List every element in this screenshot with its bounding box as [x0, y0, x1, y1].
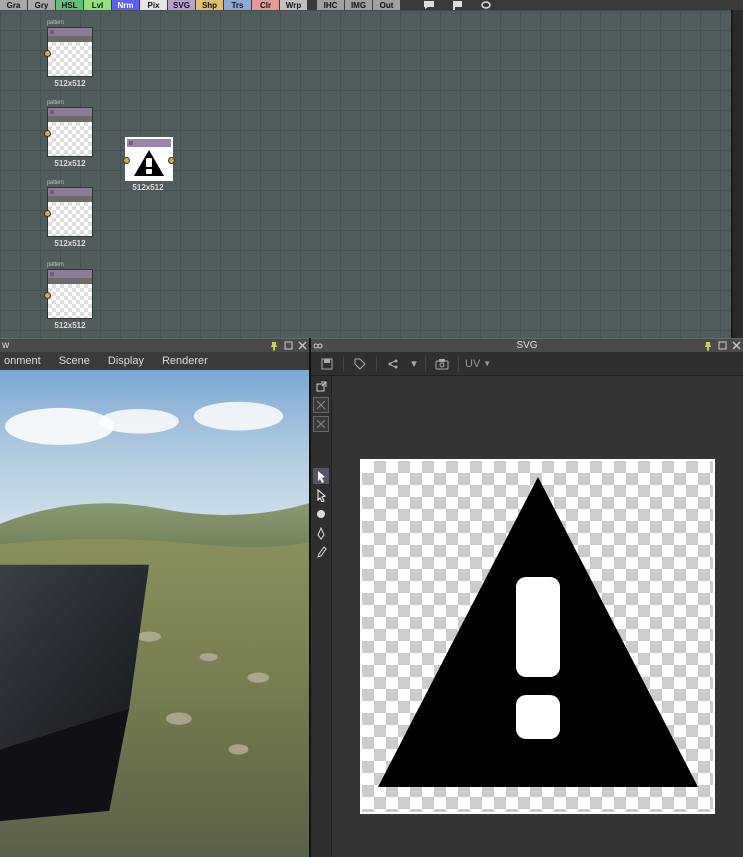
3d-viewport[interactable]	[0, 370, 309, 857]
tool-hsl[interactable]: HSL	[56, 0, 83, 10]
viewport-menu: onment Scene Display Renderer	[0, 352, 309, 370]
tool-gra[interactable]: Gra	[0, 0, 27, 10]
viewport-header: w	[0, 338, 309, 352]
maximize-icon[interactable]	[281, 339, 295, 353]
menu-scene[interactable]: Scene	[59, 355, 90, 367]
svg-artboard	[360, 459, 715, 814]
svg-canvas[interactable]	[332, 376, 743, 857]
circle-tool[interactable]	[313, 506, 329, 522]
graph-node[interactable]: pattern 512x512	[47, 180, 93, 248]
close-icon[interactable]	[295, 339, 309, 353]
menu-display[interactable]: Display	[108, 355, 144, 367]
tag-icon[interactable]	[350, 355, 370, 373]
popout-icon[interactable]	[313, 378, 329, 394]
close-icon[interactable]	[729, 339, 743, 353]
node-label: pattern	[47, 100, 93, 106]
menu-environment[interactable]: onment	[4, 355, 41, 367]
node-dim: 512x512	[47, 239, 93, 248]
tool-ihc[interactable]: IHC	[317, 0, 344, 10]
node-dim: 512x512	[47, 159, 93, 168]
pen-tool[interactable]	[313, 525, 329, 541]
svg-toolbar: ▾ UV▼	[311, 352, 743, 376]
tool-clr[interactable]: Clr	[252, 0, 279, 10]
node-dim: 512x512	[125, 183, 171, 192]
tool-lvl[interactable]: Lvl	[84, 0, 111, 10]
maximize-icon[interactable]	[715, 339, 729, 353]
pointer-tool[interactable]	[313, 468, 329, 484]
top-toolbar: Gra Gry HSL Lvl Nrm Pix SVG Shp Trs Clr …	[0, 0, 743, 10]
node-label: pattern	[47, 20, 93, 26]
menu-renderer[interactable]: Renderer	[162, 355, 208, 367]
svg-title: SVG	[516, 340, 537, 351]
svg-header: SVG	[311, 338, 743, 352]
tool-out[interactable]: Out	[373, 0, 400, 10]
tool-pix[interactable]: Pix	[140, 0, 167, 10]
svg-panel: SVG	[311, 338, 743, 857]
tool-svg[interactable]: SVG	[168, 0, 195, 10]
dropdown-icon[interactable]: ▾	[409, 355, 419, 373]
node-dim: 512x512	[47, 321, 93, 330]
graph-node[interactable]: pattern 512x512	[47, 262, 93, 330]
node-port-in[interactable]	[44, 210, 51, 217]
uv-dropdown[interactable]: UV▼	[465, 358, 491, 370]
node-port-in[interactable]	[123, 157, 130, 164]
node-port-in[interactable]	[44, 50, 51, 57]
direct-select-tool[interactable]	[313, 487, 329, 503]
node-port-out[interactable]	[168, 157, 175, 164]
loop-icon[interactable]	[472, 0, 499, 10]
save-icon[interactable]	[317, 355, 337, 373]
camera-icon[interactable]	[432, 355, 452, 373]
tool-img[interactable]: IMG	[345, 0, 372, 10]
svg-side-tools	[311, 376, 332, 857]
graph-node-svg[interactable]: 512x512	[125, 137, 171, 192]
tool-wrp[interactable]: Wrp	[280, 0, 307, 10]
node-port-in[interactable]	[44, 130, 51, 137]
viewport-panel: w onment Scene Display Renderer	[0, 338, 311, 857]
node-label: pattern	[47, 262, 93, 268]
node-graph[interactable]: pattern 512x512 pattern 512x512 pattern …	[0, 10, 733, 338]
viewport-title: w	[2, 340, 9, 351]
node-label: pattern	[47, 180, 93, 186]
node-port-in[interactable]	[44, 292, 51, 299]
channel-box-2[interactable]	[313, 416, 329, 432]
channel-box-1[interactable]	[313, 397, 329, 413]
pin-icon[interactable]	[701, 339, 715, 353]
tool-gry[interactable]: Gry	[28, 0, 55, 10]
warning-icon	[127, 147, 171, 179]
chat-icon[interactable]	[416, 0, 443, 10]
node-dim: 512x512	[47, 79, 93, 88]
tool-nrm[interactable]: Nrm	[112, 0, 139, 10]
pin-icon[interactable]	[267, 339, 281, 353]
link-icon[interactable]	[311, 339, 325, 353]
flag-icon[interactable]	[444, 0, 471, 10]
tool-trs[interactable]: Trs	[224, 0, 251, 10]
graph-node[interactable]: pattern 512x512	[47, 20, 93, 88]
graph-node[interactable]: pattern 512x512	[47, 100, 93, 168]
share-icon[interactable]	[383, 355, 403, 373]
brush-tool[interactable]	[313, 544, 329, 560]
tool-shp[interactable]: Shp	[196, 0, 223, 10]
